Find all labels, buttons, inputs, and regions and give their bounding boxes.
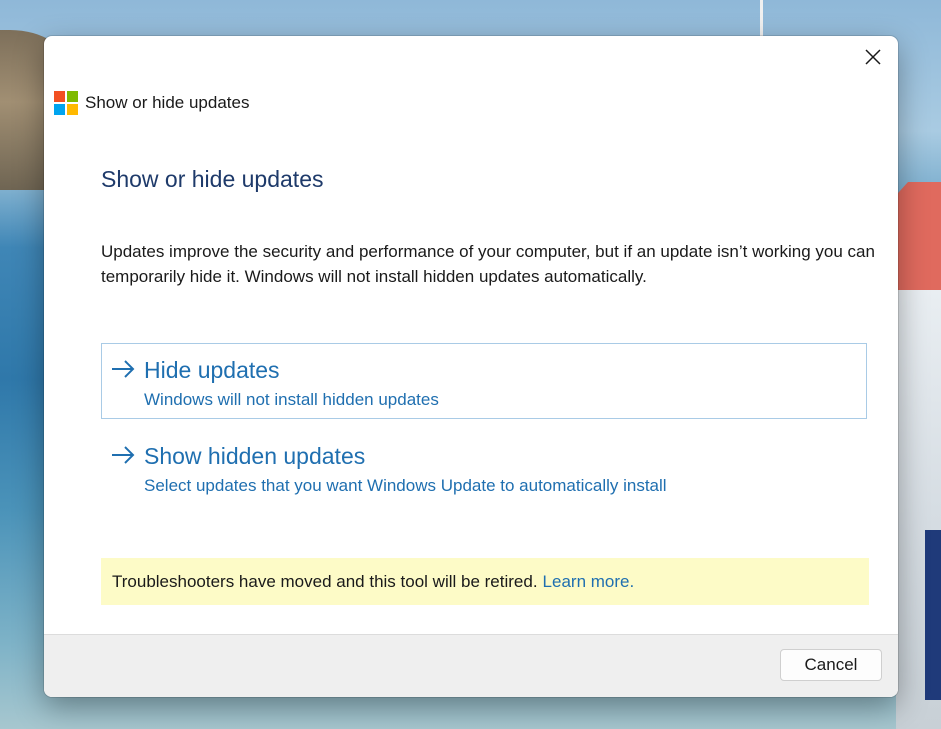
show-hidden-updates-subtitle: Select updates that you want Windows Upd… — [144, 476, 667, 495]
dialog-footer: Cancel — [44, 634, 898, 697]
show-hidden-updates-option[interactable]: Show hidden updates Select updates that … — [101, 429, 867, 505]
cancel-button[interactable]: Cancel — [780, 649, 882, 681]
page-heading: Show or hide updates — [101, 166, 324, 192]
close-icon — [865, 49, 881, 65]
hide-updates-option[interactable]: Hide updates Windows will not install hi… — [101, 343, 867, 419]
learn-more-link[interactable]: Learn more. — [543, 572, 635, 592]
page-description: Updates improve the security and perform… — [101, 242, 875, 286]
wallpaper-pole — [760, 0, 763, 36]
hide-updates-title: Hide updates — [144, 357, 280, 383]
show-hidden-updates-title: Show hidden updates — [144, 443, 366, 469]
retirement-notice: Troubleshooters have moved and this tool… — [101, 558, 869, 605]
wallpaper-house-roof — [896, 182, 941, 292]
arrow-right-icon — [112, 360, 135, 378]
arrow-right-icon — [112, 446, 135, 464]
close-button[interactable] — [848, 36, 898, 78]
wallpaper-house-door — [925, 530, 941, 700]
windows-logo-icon — [54, 91, 78, 115]
title-bar: Show or hide updates — [44, 36, 898, 136]
window-title: Show or hide updates — [85, 93, 250, 112]
show-hide-updates-dialog: Show or hide updates Show or hide update… — [44, 36, 898, 697]
notice-text: Troubleshooters have moved and this tool… — [112, 571, 538, 591]
hide-updates-subtitle: Windows will not install hidden updates — [144, 390, 439, 409]
